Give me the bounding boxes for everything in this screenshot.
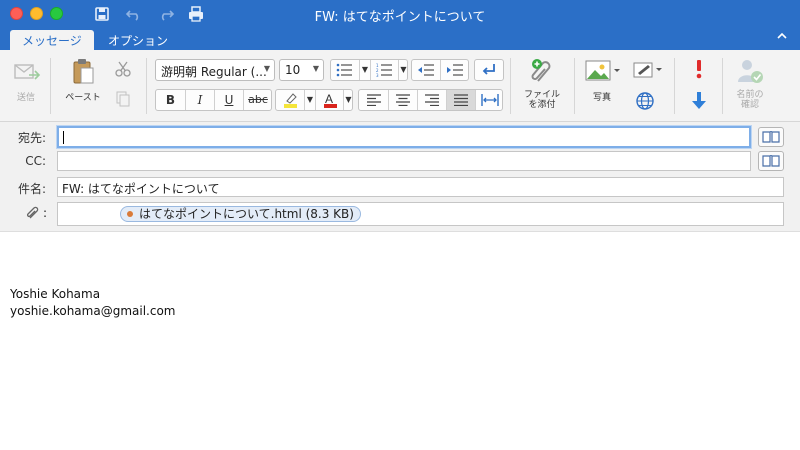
tab-options[interactable]: オプション [96,30,180,50]
rtl-button[interactable] [474,59,504,81]
to-address-book-button[interactable] [758,127,784,147]
attachment-label-sep: : [43,206,48,220]
paste-button[interactable]: ペースト [58,56,108,103]
bullets-menu-icon[interactable]: ▼ [359,60,370,80]
bullets-button[interactable] [331,60,359,80]
check-names-label-2: 確認 [740,100,759,110]
italic-button[interactable]: I [185,90,214,110]
attach-file-button[interactable]: ファイル を添付 [517,56,567,110]
subject-value: FW: はてなポイントについて [62,182,220,196]
text-style-buttons: B I U abc [155,89,272,111]
tab-message[interactable]: メッセージ [10,30,94,50]
font-name-select[interactable]: 游明朝 Regular (... ▼ [155,59,275,81]
align-center-button[interactable] [388,90,417,110]
align-left-button[interactable] [359,90,388,110]
text-caret [63,131,64,144]
attachment-chip[interactable]: はてなポイントについて.html (8.3 KB) [120,206,361,222]
cc-label: CC: [25,154,46,168]
numbering-button[interactable]: 123 [370,60,398,80]
photo-button[interactable]: 写真 [580,56,624,103]
attach-file-label-2: を添付 [528,100,556,110]
highlight-menu-icon[interactable]: ▼ [304,90,315,110]
font-size-select[interactable]: 10 ▼ [279,59,324,81]
ribbon-tab-bar: メッセージ オプション [0,28,800,50]
increase-indent-button[interactable] [440,60,469,80]
svg-text:A: A [325,92,333,106]
color-buttons: ▼ A ▼ [275,89,353,111]
window-title: FW: はてなポイントについて [314,10,486,25]
cc-address-book-button[interactable] [758,151,784,171]
indent-buttons [411,59,469,81]
cut-icon[interactable] [114,60,132,81]
paperclip-icon [26,206,40,223]
photo-label: 写真 [592,93,611,103]
font-color-menu-icon[interactable]: ▼ [343,90,353,110]
attachment-name: はてなポイントについて.html (8.3 KB) [139,207,354,221]
copy-icon[interactable] [114,90,132,111]
font-color-button[interactable]: A [315,90,343,110]
send-button[interactable]: 送信 [4,56,48,103]
signature-name: Yoshie Kohama [10,287,101,301]
font-size-value: 10 [285,63,301,77]
svg-text:3: 3 [376,73,379,77]
attach-file-label-1: ファイル [523,90,560,100]
title-bar: FW: はてなポイントについて [0,0,800,28]
subject-label: 件名: [17,182,46,196]
low-priority-icon[interactable] [689,90,709,115]
to-label: 宛先: [17,131,46,145]
file-icon [127,211,133,217]
paperclip-icon [527,56,557,86]
collapse-ribbon-icon[interactable] [776,30,788,44]
chevron-down-icon: ▼ [263,64,270,73]
to-field[interactable] [57,126,751,148]
link-globe-icon[interactable] [634,90,656,115]
numbering-menu-icon[interactable]: ▼ [398,60,408,80]
signature: Yoshie Kohama yoshie.kohama@gmail.com [10,286,175,320]
signature-icon[interactable] [632,60,664,83]
signature-email: yoshie.kohama@gmail.com [10,304,176,318]
high-priority-icon[interactable] [691,58,707,83]
check-names-button[interactable]: 名前の 確認 [728,56,772,110]
send-label: 送信 [16,93,35,103]
highlight-button[interactable] [276,90,304,110]
send-icon [11,56,41,86]
subject-field[interactable]: FW: はてなポイントについて [57,177,784,197]
attachments-field: はてなポイントについて.html (8.3 KB) [57,202,784,226]
distributed-button[interactable] [475,90,503,110]
align-right-button[interactable] [417,90,446,110]
alignment-buttons [358,89,503,111]
font-name-value: 游明朝 Regular (... [161,65,267,79]
strikethrough-button[interactable]: abc [243,90,272,110]
check-names-label-1: 名前の [736,90,764,100]
check-names-icon [735,56,765,86]
list-buttons: ▼ 123 ▼ [330,59,408,81]
message-body[interactable]: Yoshie Kohama yoshie.kohama@gmail.com [0,233,800,450]
message-header: 宛先: CC: 件名: FW: はてなポイントについて : はてなポイントについ… [0,122,800,232]
chevron-down-icon: ▼ [312,64,319,73]
justify-button[interactable] [446,90,475,110]
ribbon: 送信 ペースト 游明朝 Regular (... ▼ 10 ▼ ▼ 123 ▼ [0,50,800,122]
clipboard-icon [68,56,98,86]
picture-icon [582,56,622,86]
underline-button[interactable]: U [214,90,243,110]
paste-label: ペースト [65,93,101,103]
cc-field[interactable] [57,151,751,171]
bold-button[interactable]: B [156,90,185,110]
decrease-indent-button[interactable] [412,60,440,80]
